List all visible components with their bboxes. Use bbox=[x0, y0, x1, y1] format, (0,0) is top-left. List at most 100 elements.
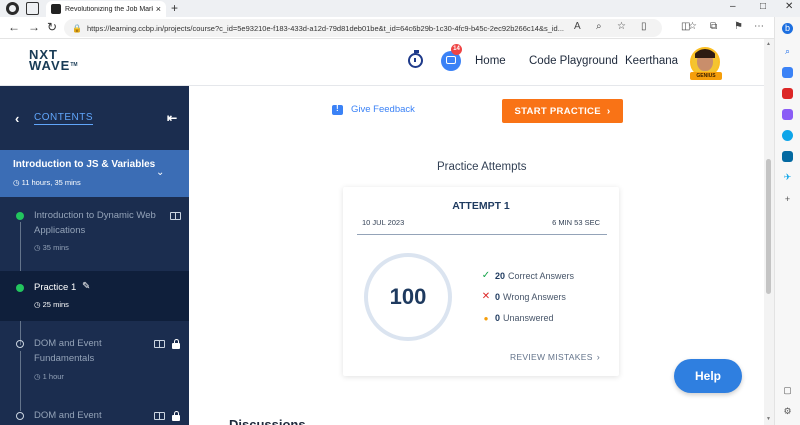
nxtwave-logo[interactable]: NXT WAVETM bbox=[29, 48, 78, 73]
outlook-icon[interactable] bbox=[782, 151, 793, 162]
favorite-star-icon[interactable]: ☆ bbox=[617, 21, 626, 32]
correct-count: 20 bbox=[495, 270, 506, 281]
sidebar-item-dom-event[interactable]: DOM and Event bbox=[0, 391, 189, 425]
workspaces-icon[interactable] bbox=[26, 2, 39, 15]
completed-icon bbox=[16, 212, 24, 220]
browser-tab-bar: Revolutionizing the Job Market | × + – □… bbox=[0, 0, 800, 17]
tab-close-icon[interactable]: × bbox=[156, 4, 161, 14]
forward-button[interactable]: → bbox=[28, 20, 40, 34]
module-title: Introduction to JS & Variables bbox=[13, 159, 156, 170]
sidebar-item-duration: ◷ 25 mins bbox=[34, 300, 69, 309]
drop-icon[interactable]: ✈ bbox=[782, 172, 793, 183]
practice-attempts-title: Practice Attempts bbox=[437, 161, 527, 173]
minimize-button[interactable]: – bbox=[730, 1, 736, 12]
course-sidebar: ‹ CONTENTS ⇤ Introduction to JS & Variab… bbox=[0, 86, 189, 425]
contents-tab[interactable]: CONTENTS bbox=[34, 112, 93, 125]
sidebar-item-practice-1[interactable]: Practice 1 ✎ ◷ 25 mins bbox=[0, 271, 189, 321]
new-tab-button[interactable]: + bbox=[171, 1, 178, 15]
duration-text: 25 mins bbox=[42, 300, 69, 309]
pencil-icon: ✎ bbox=[82, 281, 91, 292]
sidebar-item-label: DOM and Event Fundamentals bbox=[34, 338, 102, 364]
tools-icon[interactable] bbox=[782, 88, 793, 99]
browser-sidebar: b ⌕ ✈ + ▢ ⚙ bbox=[774, 17, 800, 425]
page-scrollbar[interactable]: ▲ ▼ bbox=[764, 39, 774, 425]
refresh-button[interactable]: ↻ bbox=[47, 20, 57, 34]
book-icon bbox=[170, 212, 181, 220]
feedback-icon bbox=[332, 104, 343, 115]
sidebar-item-duration: ◷ 1 hour bbox=[34, 372, 64, 381]
tab-title: Revolutionizing the Job Market | bbox=[65, 5, 153, 13]
tab-favicon-icon bbox=[51, 4, 61, 14]
help-button[interactable]: Help bbox=[674, 359, 742, 393]
nav-code-playground[interactable]: Code Playground bbox=[529, 55, 618, 67]
start-practice-button[interactable]: START PRACTICE › bbox=[502, 99, 623, 123]
duration-text: 1 hour bbox=[42, 372, 64, 381]
correct-label: Correct Answers bbox=[508, 270, 575, 281]
sidebar-toggle-icon[interactable]: ▢ bbox=[782, 385, 793, 396]
back-button[interactable]: ← bbox=[8, 20, 20, 34]
favorites-icon[interactable]: ☆ bbox=[688, 21, 697, 32]
logo-tm: TM bbox=[70, 62, 78, 68]
module-duration: ◷ 11 hours, 35 mins bbox=[13, 178, 81, 187]
score-ring: 100 bbox=[364, 253, 452, 341]
unanswered-label: Unanswered bbox=[503, 313, 554, 323]
module-header[interactable]: Introduction to JS & Variables ◷ 11 hour… bbox=[0, 150, 189, 197]
correct-answers-stat: ✓ 20 Correct Answers bbox=[479, 270, 574, 281]
avatar[interactable]: GENIUS bbox=[686, 47, 726, 80]
wrong-label: Wrong Answers bbox=[503, 291, 566, 302]
url-field[interactable]: 🔒 https://learning.ccbp.in/projects/cour… bbox=[64, 19, 662, 37]
sidebar-item-label: Practice 1 bbox=[34, 282, 77, 293]
add-icon[interactable]: + bbox=[782, 194, 793, 205]
wrong-count: 0 bbox=[495, 291, 501, 302]
start-practice-label: START PRACTICE bbox=[514, 105, 601, 117]
scroll-up-icon[interactable]: ▲ bbox=[766, 41, 771, 47]
sidebar-item-dom-event-fundamentals[interactable]: DOM and Event Fundamentals ◷ 1 hour bbox=[0, 321, 189, 391]
lock-icon bbox=[172, 411, 180, 421]
split-screen-icon[interactable]: ▯ bbox=[641, 21, 647, 32]
attempt-title: ATTEMPT 1 bbox=[452, 200, 510, 212]
url-text: https://learning.ccbp.in/projects/course… bbox=[86, 23, 564, 33]
read-aloud-icon[interactable]: A bbox=[574, 21, 581, 32]
give-feedback-link[interactable]: Give Feedback bbox=[332, 104, 415, 115]
book-icon bbox=[154, 412, 165, 420]
dot-icon: ● bbox=[483, 313, 489, 323]
games-icon[interactable] bbox=[782, 109, 793, 120]
sidebar-item-label: Introduction to Dynamic Web Applications bbox=[34, 210, 156, 236]
wrong-answers-stat: ✕ 0 Wrong Answers bbox=[479, 291, 566, 302]
cross-icon: ✕ bbox=[481, 291, 491, 302]
search-icon[interactable]: ⌕ bbox=[782, 46, 793, 57]
profile-icon[interactable] bbox=[6, 2, 19, 15]
settings-icon[interactable]: ⚙ bbox=[782, 406, 793, 417]
microsoft-365-icon[interactable] bbox=[782, 130, 793, 141]
close-window-button[interactable]: ✕ bbox=[785, 1, 793, 12]
sidebar-item-label: DOM and Event bbox=[34, 410, 102, 421]
notification-badge: 14 bbox=[451, 44, 462, 55]
address-bar: ← → ↻ 🔒 https://learning.ccbp.in/project… bbox=[0, 17, 800, 39]
scroll-thumb[interactable] bbox=[766, 159, 771, 294]
sidebar-item-dynamic-web-apps[interactable]: Introduction to Dynamic Web Applications… bbox=[0, 197, 189, 271]
sidebar-header: ‹ CONTENTS ⇤ bbox=[0, 86, 189, 150]
chevron-right-icon: › bbox=[596, 352, 600, 362]
back-chevron-icon[interactable]: ‹ bbox=[15, 111, 19, 126]
check-icon: ✓ bbox=[481, 270, 491, 281]
zoom-icon[interactable]: ⌕ bbox=[596, 21, 602, 32]
logo-line2: WAVE bbox=[29, 58, 71, 73]
collapse-sidebar-icon[interactable]: ⇤ bbox=[167, 111, 177, 125]
review-mistakes-link[interactable]: REVIEW MISTAKES › bbox=[510, 352, 600, 362]
maximize-button[interactable]: □ bbox=[760, 1, 766, 12]
stopwatch-icon[interactable] bbox=[408, 50, 423, 68]
book-icon bbox=[154, 340, 165, 348]
nav-home[interactable]: Home bbox=[475, 55, 506, 67]
browser-tab[interactable]: Revolutionizing the Job Market | × bbox=[46, 1, 166, 17]
user-name[interactable]: Keerthana bbox=[625, 55, 678, 67]
duration-text: 35 mins bbox=[42, 243, 69, 252]
scroll-down-icon[interactable]: ▼ bbox=[766, 416, 771, 422]
extensions-icon[interactable]: ⚑ bbox=[734, 21, 743, 32]
menu-dots-icon[interactable]: ⋯ bbox=[754, 21, 764, 32]
bing-icon[interactable]: b bbox=[782, 23, 793, 34]
collections-icon[interactable]: ⧉ bbox=[710, 21, 717, 32]
shopping-icon[interactable] bbox=[782, 67, 793, 78]
chevron-down-icon[interactable]: ⌄ bbox=[156, 167, 164, 178]
chat-icon bbox=[446, 56, 456, 64]
attempt-duration: 6 MIN 53 SEC bbox=[552, 218, 600, 227]
